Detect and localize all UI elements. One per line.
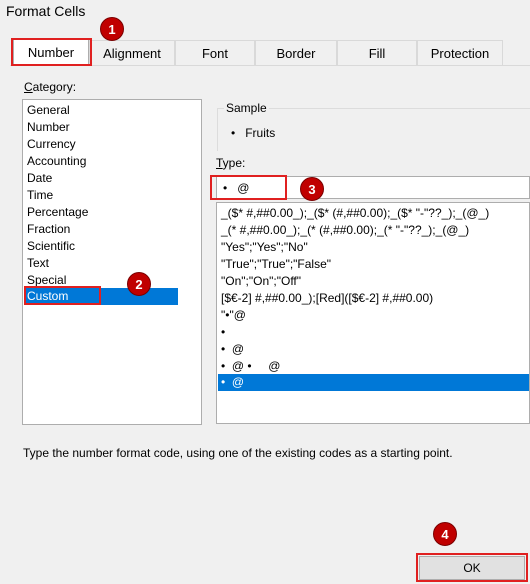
category-item-accounting[interactable]: Accounting bbox=[27, 153, 86, 170]
format-item[interactable]: • @ bbox=[221, 341, 244, 358]
format-item[interactable]: _(* #,##0.00_);_(* (#,##0.00);_(* "-"??_… bbox=[221, 222, 469, 239]
sample-label: Sample bbox=[224, 101, 269, 115]
format-item[interactable]: _($* #,##0.00_);_($* (#,##0.00);_($* "-"… bbox=[221, 205, 489, 222]
category-item-fraction[interactable]: Fraction bbox=[27, 221, 70, 238]
format-item[interactable]: • bbox=[221, 324, 225, 341]
category-item-text[interactable]: Text bbox=[27, 255, 49, 272]
type-label: Type: bbox=[216, 156, 246, 170]
highlight-ok bbox=[416, 553, 528, 582]
highlight-custom bbox=[24, 286, 101, 305]
category-label: Category: bbox=[24, 80, 77, 94]
format-item[interactable]: [$€-2] #,##0.00_);[Red]([$€-2] #,##0.00) bbox=[221, 290, 433, 307]
step-badge-4: 4 bbox=[433, 522, 457, 546]
step-badge-3: 3 bbox=[300, 177, 324, 201]
sample-value: • Fruits bbox=[231, 126, 276, 140]
step-badge-1: 1 bbox=[100, 17, 124, 41]
category-item-time[interactable]: Time bbox=[27, 187, 53, 204]
format-list[interactable]: _($* #,##0.00_);_($* (#,##0.00);_($* "-"… bbox=[216, 202, 530, 424]
format-item[interactable]: • @ • @ bbox=[221, 358, 280, 375]
format-item-selected[interactable]: • @ bbox=[221, 374, 244, 391]
tab-border[interactable]: Border bbox=[255, 40, 337, 65]
highlight-number-tab bbox=[11, 38, 92, 66]
step-badge-2: 2 bbox=[127, 272, 151, 296]
format-item[interactable]: "True";"True";"False" bbox=[221, 256, 331, 273]
hint-text: Type the number format code, using one o… bbox=[23, 446, 453, 460]
format-item[interactable]: "•"@ bbox=[221, 307, 246, 324]
tab-alignment[interactable]: Alignment bbox=[89, 40, 175, 65]
tab-protection[interactable]: Protection bbox=[417, 40, 503, 65]
category-item-date[interactable]: Date bbox=[27, 170, 52, 187]
category-item-percentage[interactable]: Percentage bbox=[27, 204, 88, 221]
tab-fill[interactable]: Fill bbox=[337, 40, 417, 65]
highlight-type-input bbox=[210, 175, 287, 200]
tab-font[interactable]: Font bbox=[175, 40, 255, 65]
format-selection-bg bbox=[218, 374, 529, 391]
format-item[interactable]: "On";"On";"Off" bbox=[221, 273, 301, 290]
format-item[interactable]: "Yes";"Yes";"No" bbox=[221, 239, 308, 256]
category-list[interactable]: General Number Currency Accounting Date … bbox=[22, 99, 202, 425]
category-item-currency[interactable]: Currency bbox=[27, 136, 76, 153]
category-item-scientific[interactable]: Scientific bbox=[27, 238, 75, 255]
category-item-number[interactable]: Number bbox=[27, 119, 70, 136]
dialog-title: Format Cells bbox=[6, 3, 86, 19]
category-item-general[interactable]: General bbox=[27, 102, 70, 119]
